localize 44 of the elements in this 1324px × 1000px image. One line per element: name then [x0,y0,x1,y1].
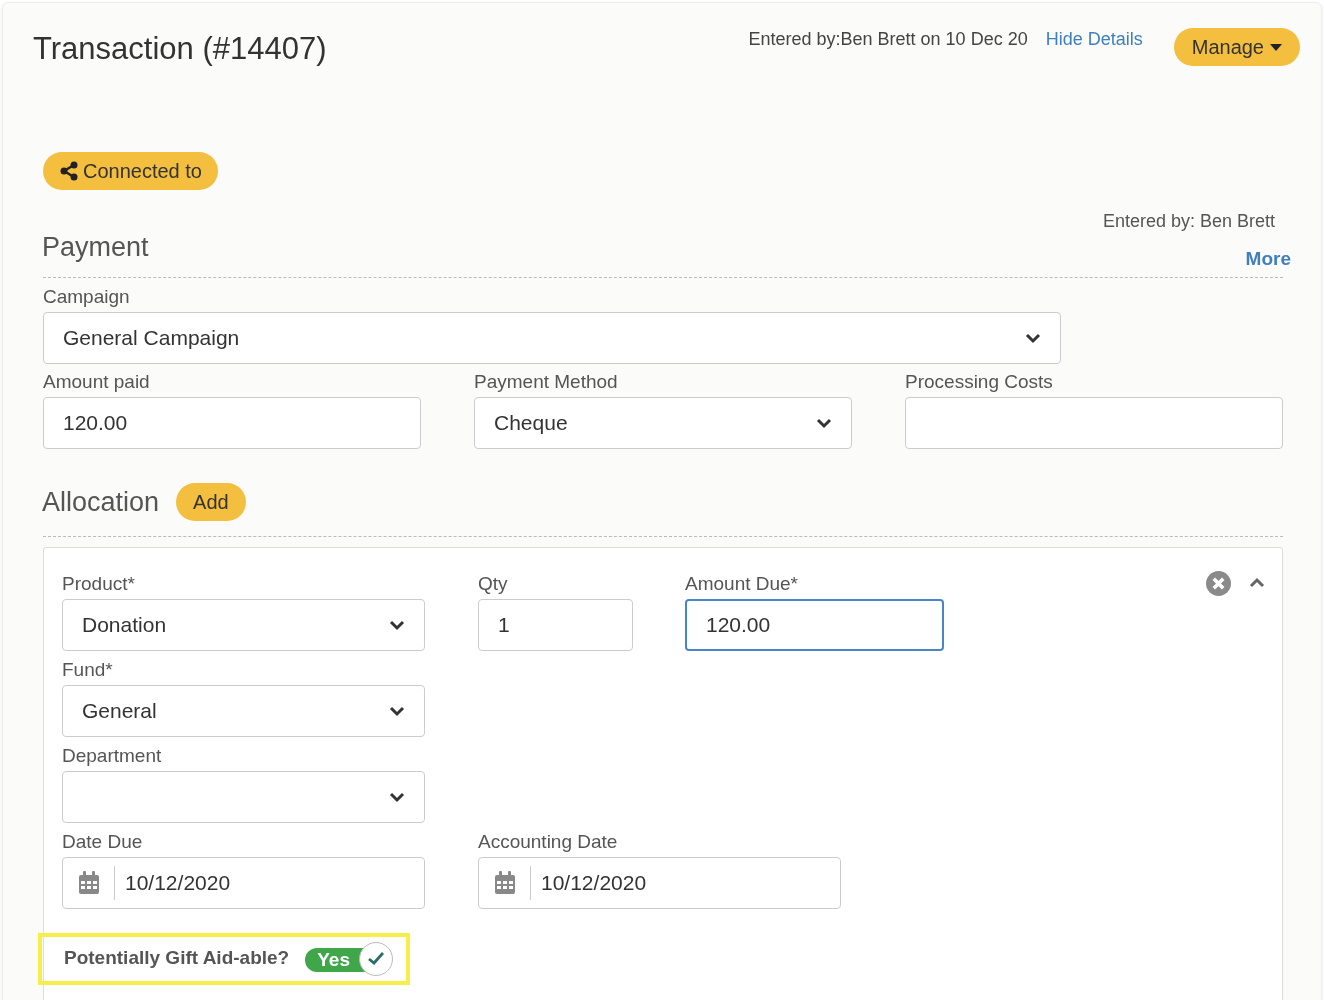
field-label: Department [62,743,163,768]
fund-select[interactable]: General [62,684,425,737]
section-heading: Payment [42,231,149,263]
field-label: Qty [478,571,509,596]
share-icon [59,161,79,181]
connected-to-button[interactable]: Connected to [43,152,218,190]
field-label: Product* [62,571,136,596]
text-field[interactable]: 120.00 [43,397,421,449]
field-label: Amount Due* [685,571,799,596]
calendar-icon [493,870,516,895]
chevron-down-icon [389,790,405,803]
page-title: Transaction (#14407) [33,30,327,68]
field-label: Payment Method [474,370,619,394]
amount-due-field[interactable]: 120.00 [685,598,944,651]
chevron-down-icon [389,618,405,631]
date-field[interactable]: 10/12/2020 [62,856,425,909]
section-heading: Allocation [42,486,160,519]
add-button[interactable]: Add [176,483,246,522]
chevron-down-icon [816,417,832,429]
campaign-select[interactable]: General Campaign [43,312,1061,364]
field-label: Fund* [62,657,114,682]
chevron-down-icon [1025,332,1041,344]
entered-by-text: Entered by:Ben Brett on 10 Dec 20 [748,28,1028,51]
gift-aid-label: Potentially Gift Aid-able? [64,946,290,971]
payment-method-select[interactable]: Cheque [474,397,852,449]
hide-details-link[interactable]: Hide Details [1045,27,1143,51]
date-field[interactable]: 10/12/2020 [478,856,841,909]
more-link[interactable]: More [1245,244,1291,273]
field-label: Amount paid [43,370,151,394]
remove-icon[interactable] [1206,570,1231,596]
field-label: Date Due [62,829,144,854]
caret-down-icon [1270,43,1282,51]
text-field[interactable] [905,397,1283,449]
entered-by-text: Entered by: Ben Brett [1102,210,1275,233]
field-label: Accounting Date [478,829,619,854]
check-icon [368,952,385,965]
calendar-icon [77,870,100,895]
collapse-chevron-icon[interactable] [1249,577,1265,589]
field-label: Processing Costs [905,370,1054,394]
product-select[interactable]: Donation [62,598,425,651]
qty-field[interactable]: 1 [478,598,633,651]
field-label: Campaign [43,285,131,309]
chevron-down-icon [389,704,405,717]
manage-button[interactable]: Manage [1173,28,1300,66]
